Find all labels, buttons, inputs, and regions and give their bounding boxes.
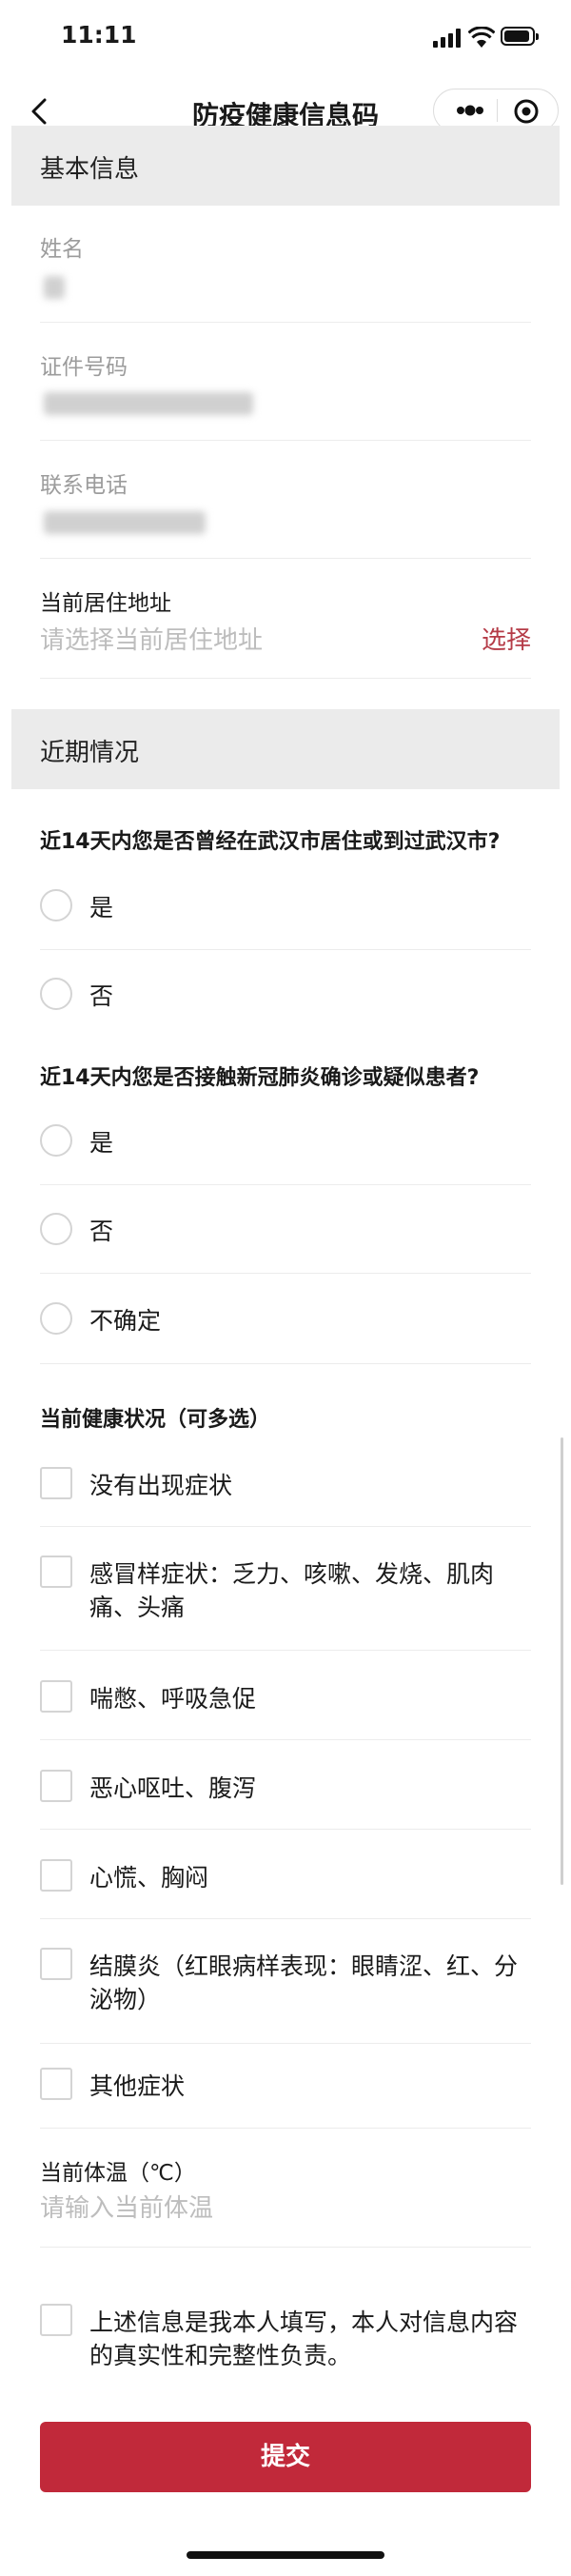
divider [40, 1918, 531, 1919]
divider [40, 1739, 531, 1740]
divider [40, 322, 531, 323]
id-number-value-redacted[interactable] [44, 392, 253, 415]
option-label: 心慌、胸闷 [89, 1864, 209, 1892]
radio-button[interactable] [40, 1213, 72, 1245]
radio-button[interactable] [40, 978, 72, 1010]
checkbox[interactable] [40, 1556, 72, 1588]
checkbox[interactable] [40, 1467, 72, 1499]
checkbox[interactable] [40, 2304, 72, 2336]
scrollbar[interactable] [561, 1437, 563, 1885]
option-label: 喘憋、呼吸急促 [89, 1685, 257, 1713]
divider [40, 1184, 531, 1185]
capsule-divider [497, 99, 498, 122]
divider [40, 1650, 531, 1651]
close-target-icon[interactable] [510, 95, 542, 128]
radio-button[interactable] [40, 1124, 72, 1157]
name-label: 姓名 [40, 237, 84, 262]
question-wuhan-travel: 近14天内您是否曾经在武汉市居住或到过武汉市? [40, 830, 501, 854]
status-time: 11:11 [61, 21, 137, 49]
submit-button[interactable]: 提交 [40, 2422, 531, 2492]
address-placeholder[interactable]: 请选择当前居住地址 [40, 621, 263, 656]
option-label: 恶心呕吐、腹泻 [89, 1774, 257, 1802]
phone-label: 联系电话 [40, 473, 128, 498]
temperature-input[interactable] [40, 2190, 525, 2228]
option-label: 不确定 [89, 1307, 162, 1335]
option-label: 是 [89, 1129, 114, 1157]
section-header-recent: 近期情况 [11, 709, 560, 789]
checkbox[interactable] [40, 2068, 72, 2100]
divider [40, 1526, 531, 1527]
checkbox[interactable] [40, 1948, 72, 1980]
option-label: 是 [89, 894, 114, 921]
option-label: 结膜炎（红眼病样表现：眼睛涩、红、分泌物） [89, 1952, 519, 2013]
section-title: 近期情况 [40, 739, 140, 767]
option-label: 否 [89, 982, 114, 1010]
question-health-status: 当前健康状况（可多选） [40, 1408, 271, 1432]
name-value-redacted[interactable] [44, 276, 65, 299]
divider [40, 1363, 531, 1364]
radio-button[interactable] [40, 889, 72, 921]
address-label: 当前居住地址 [40, 591, 171, 616]
section-title: 基本信息 [40, 155, 140, 184]
divider [40, 558, 531, 559]
divider [40, 1829, 531, 1830]
question-contact: 近14天内您是否接触新冠肺炎确诊或疑似患者? [40, 1066, 480, 1090]
section-header-basic-info: 基本信息 [11, 126, 560, 206]
divider [40, 2128, 531, 2129]
divider [40, 2247, 531, 2248]
option-label: 否 [89, 1218, 114, 1245]
divider [40, 440, 531, 441]
option-label: 没有出现症状 [89, 1472, 233, 1499]
checkbox[interactable] [40, 1770, 72, 1802]
home-indicator[interactable] [187, 2551, 384, 2559]
temperature-label: 当前体温（℃） [40, 2161, 196, 2186]
checkbox[interactable] [40, 1859, 72, 1892]
divider [40, 1273, 531, 1274]
divider [40, 949, 531, 950]
status-bar: 11:11 [0, 0, 571, 74]
id-number-label: 证件号码 [40, 355, 128, 380]
battery-icon [501, 27, 539, 46]
wifi-icon [468, 27, 495, 48]
cellular-signal-icon [433, 29, 461, 48]
option-label: 感冒样症状：乏力、咳嗽、发烧、肌肉痛、头痛 [89, 1560, 495, 1621]
option-label: 其他症状 [89, 2072, 186, 2100]
divider [40, 2043, 531, 2044]
select-address-button[interactable]: 选择 [482, 621, 531, 656]
declaration-text: 上述信息是我本人填写，本人对信息内容的真实性和完整性负责。 [89, 2308, 519, 2369]
radio-button[interactable] [40, 1302, 72, 1335]
checkbox[interactable] [40, 1680, 72, 1713]
divider [40, 678, 531, 679]
phone-value-redacted[interactable] [44, 511, 206, 534]
